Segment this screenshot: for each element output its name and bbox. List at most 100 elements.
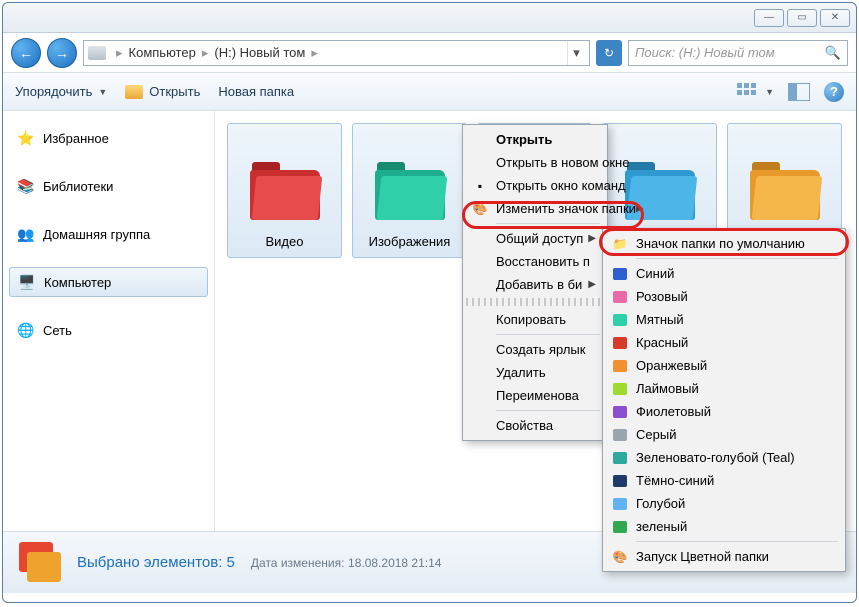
sidebar-homegroup[interactable]: 👥Домашняя группа	[3, 219, 214, 249]
view-icon	[737, 83, 759, 101]
color-label: Тёмно-синий	[636, 473, 714, 488]
multi-folder-icon	[19, 542, 61, 584]
sidebar: ⭐Избранное 📚Библиотеки 👥Домашняя группа …	[3, 111, 215, 531]
status-date-label: Дата изменения:	[251, 556, 345, 570]
ctx-delete[interactable]: Удалить	[466, 361, 604, 384]
folder-icon	[125, 85, 143, 99]
ctx-rename[interactable]: Переименова	[466, 384, 604, 407]
sub-color-option[interactable]: Лаймовый	[606, 377, 842, 400]
ctx-open-cmd[interactable]: ▪Открыть окно команд	[466, 174, 604, 197]
folder-icon	[375, 160, 445, 220]
view-menu[interactable]: ▼	[737, 83, 774, 101]
annotation-highlight	[599, 228, 849, 256]
color-label: Мятный	[636, 312, 684, 327]
color-label: Фиолетовый	[636, 404, 711, 419]
chevron-down-icon: ▼	[765, 87, 774, 97]
ctx-properties[interactable]: Свойства	[466, 414, 604, 437]
color-swatch-icon	[613, 383, 627, 395]
organize-menu[interactable]: Упорядочить ▼	[15, 84, 107, 99]
sidebar-libraries[interactable]: 📚Библиотеки	[3, 171, 214, 201]
sub-color-option[interactable]: Синий	[606, 262, 842, 285]
preview-pane-button[interactable]	[788, 83, 810, 101]
status-selected: Выбрано элементов: 5	[77, 554, 235, 571]
breadcrumb-dropdown[interactable]: ▾	[567, 41, 585, 65]
color-swatch-icon	[613, 360, 627, 372]
minimize-button[interactable]: —	[754, 9, 784, 27]
ctx-copy[interactable]: Копировать	[466, 308, 604, 331]
ctx-shortcut[interactable]: Создать ярлык	[466, 338, 604, 361]
folder-label: Видео	[266, 234, 304, 249]
ctx-share[interactable]: Общий доступ▶	[466, 227, 604, 250]
breadcrumb-computer[interactable]: Компьютер	[129, 45, 196, 60]
sub-color-option[interactable]: Фиолетовый	[606, 400, 842, 423]
separator	[636, 541, 838, 542]
organize-label: Упорядочить	[15, 84, 92, 99]
sub-color-option[interactable]: Серый	[606, 423, 842, 446]
new-folder-button[interactable]: Новая папка	[218, 84, 294, 99]
chevron-right-icon: ▸	[198, 45, 213, 61]
network-icon: 🌐	[17, 321, 35, 339]
cmd-icon: ▪	[472, 178, 488, 194]
color-label: Лаймовый	[636, 381, 699, 396]
color-swatch-icon	[613, 429, 627, 441]
ctx-add-library[interactable]: Добавить в би▶	[466, 273, 604, 296]
maximize-button[interactable]: ▭	[787, 9, 817, 27]
sub-color-option[interactable]: Розовый	[606, 285, 842, 308]
annotation-highlight	[462, 201, 644, 229]
sub-color-option[interactable]: Голубой	[606, 492, 842, 515]
context-menu: Открыть Открыть в новом окне ▪Открыть ок…	[462, 124, 608, 441]
ctx-open-new-window[interactable]: Открыть в новом окне	[466, 151, 604, 174]
breadcrumb-drive[interactable]: (H:) Новый том	[214, 45, 305, 60]
palette-icon: 🎨	[612, 549, 628, 565]
help-button[interactable]: ?	[824, 82, 844, 102]
folder-item[interactable]: Изображения	[352, 123, 467, 258]
new-folder-label: Новая папка	[218, 84, 294, 99]
forward-button[interactable]: →	[47, 38, 77, 68]
color-swatch-icon	[613, 314, 627, 326]
color-swatch-icon	[613, 475, 627, 487]
ctx-open[interactable]: Открыть	[466, 128, 604, 151]
search-placeholder: Поиск: (H:) Новый том	[635, 45, 775, 60]
breadcrumb[interactable]: ▸ Компьютер ▸ (H:) Новый том ▸ ▾	[83, 40, 590, 66]
back-button[interactable]: ←	[11, 38, 41, 68]
color-label: Красный	[636, 335, 688, 350]
refresh-button[interactable]: ↻	[596, 40, 622, 66]
search-input[interactable]: Поиск: (H:) Новый том 🔍	[628, 40, 848, 66]
chevron-down-icon: ▼	[98, 87, 107, 97]
color-label: Оранжевый	[636, 358, 707, 373]
open-label: Открыть	[149, 84, 200, 99]
color-swatch-icon	[613, 268, 627, 280]
color-swatch-icon	[613, 521, 627, 533]
toolbar: Упорядочить ▼ Открыть Новая папка ▼ ?	[3, 73, 856, 111]
folder-icon	[250, 160, 320, 220]
ctx-restore[interactable]: Восстановить п	[466, 250, 604, 273]
color-label: Розовый	[636, 289, 688, 304]
libraries-icon: 📚	[17, 177, 35, 195]
sidebar-favorites[interactable]: ⭐Избранное	[3, 123, 214, 153]
open-button[interactable]: Открыть	[125, 84, 200, 99]
sidebar-computer[interactable]: 🖥️Компьютер	[9, 267, 208, 297]
submenu-icon-colors: 📁Значок папки по умолчанию СинийРозовыйМ…	[602, 228, 846, 572]
sub-color-option[interactable]: Зеленовато-голубой (Teal)	[606, 446, 842, 469]
sidebar-network[interactable]: 🌐Сеть	[3, 315, 214, 345]
navbar: ← → ▸ Компьютер ▸ (H:) Новый том ▸ ▾ ↻ П…	[3, 33, 856, 73]
sub-color-option[interactable]: Оранжевый	[606, 354, 842, 377]
color-swatch-icon	[613, 452, 627, 464]
color-swatch-icon	[613, 498, 627, 510]
chevron-right-icon: ▶	[588, 233, 596, 244]
close-button[interactable]: ✕	[820, 9, 850, 27]
color-label: Голубой	[636, 496, 685, 511]
titlebar: — ▭ ✕	[3, 3, 856, 33]
sub-color-option[interactable]: Мятный	[606, 308, 842, 331]
color-label: Серый	[636, 427, 676, 442]
folder-item[interactable]: Видео	[227, 123, 342, 258]
sub-color-option[interactable]: Тёмно-синий	[606, 469, 842, 492]
folder-icon	[750, 160, 820, 220]
computer-icon: 🖥️	[18, 273, 36, 291]
sub-color-option[interactable]: зеленый	[606, 515, 842, 538]
color-label: зеленый	[636, 519, 687, 534]
sub-color-option[interactable]: Красный	[606, 331, 842, 354]
sub-launch-app[interactable]: 🎨Запуск Цветной папки	[606, 545, 842, 568]
color-label: Зеленовато-голубой (Teal)	[636, 450, 795, 465]
star-icon: ⭐	[17, 129, 35, 147]
